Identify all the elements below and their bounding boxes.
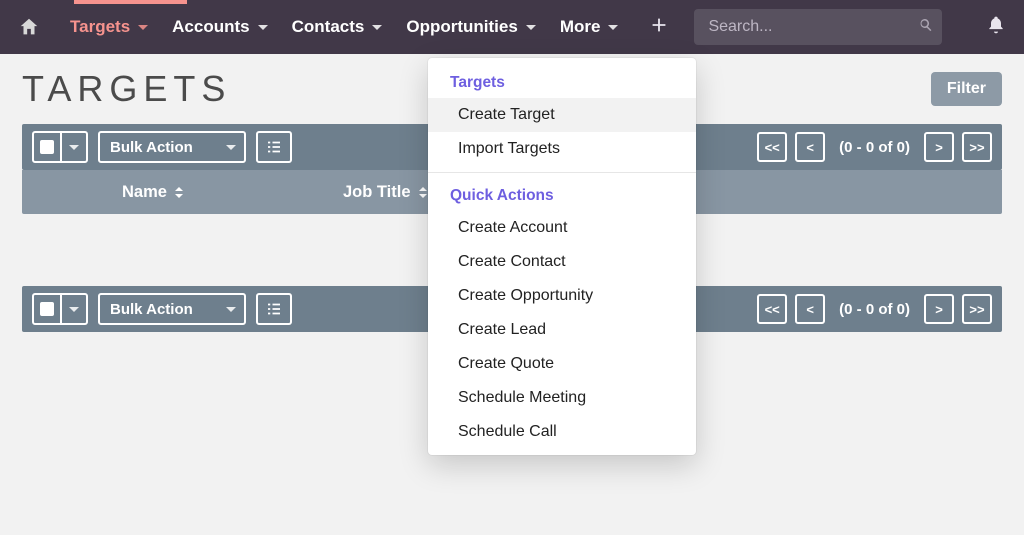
select-all-checkbox[interactable] — [32, 293, 88, 325]
active-tab-indicator — [74, 0, 187, 4]
menu-divider — [428, 172, 696, 173]
pager-prev[interactable]: < — [795, 294, 825, 324]
nav-item-targets[interactable]: Targets — [60, 11, 158, 43]
nav-item-label: Targets — [70, 17, 130, 37]
menu-item-create-target[interactable]: Create Target — [428, 98, 696, 132]
pager: << < (0 - 0 of 0) > >> — [757, 132, 992, 162]
pager-status: (0 - 0 of 0) — [833, 139, 916, 156]
nav-items: Targets Accounts Contacts Opportunities … — [60, 11, 628, 43]
plus-icon[interactable] — [644, 10, 674, 45]
bulk-action-label: Bulk Action — [110, 301, 193, 318]
chevron-down-icon — [372, 25, 382, 30]
menu-item-schedule-meeting[interactable]: Schedule Meeting — [428, 381, 696, 415]
filter-button[interactable]: Filter — [931, 72, 1002, 106]
nav-item-label: Accounts — [172, 17, 249, 37]
chevron-down-icon — [226, 145, 236, 150]
nav-item-label: More — [560, 17, 601, 37]
bulk-action-select[interactable]: Bulk Action — [98, 293, 246, 325]
chevron-down-icon — [526, 25, 536, 30]
nav-item-label: Contacts — [292, 17, 365, 37]
home-icon[interactable] — [18, 16, 40, 38]
nav-item-contacts[interactable]: Contacts — [282, 11, 393, 43]
chevron-down-icon — [258, 25, 268, 30]
menu-item-create-opportunity[interactable]: Create Opportunity — [428, 279, 696, 313]
plus-dropdown-menu: Targets Create Target Import Targets Qui… — [428, 58, 696, 455]
nav-item-accounts[interactable]: Accounts — [162, 11, 277, 43]
column-label: Name — [122, 183, 167, 202]
columns-icon[interactable] — [256, 293, 292, 325]
menu-section-title: Quick Actions — [428, 179, 696, 211]
pager-next[interactable]: > — [924, 132, 954, 162]
menu-item-create-contact[interactable]: Create Contact — [428, 245, 696, 279]
pager: << < (0 - 0 of 0) > >> — [757, 294, 992, 324]
page-title: TARGETS — [22, 68, 231, 110]
column-label: Job Title — [343, 183, 411, 202]
columns-icon[interactable] — [256, 131, 292, 163]
bulk-action-select[interactable]: Bulk Action — [98, 131, 246, 163]
chevron-down-icon — [138, 25, 148, 30]
top-navbar: Targets Accounts Contacts Opportunities … — [0, 0, 1024, 54]
pager-first[interactable]: << — [757, 294, 787, 324]
pager-first[interactable]: << — [757, 132, 787, 162]
nav-item-label: Opportunities — [406, 17, 517, 37]
sort-icon — [419, 187, 427, 198]
nav-item-more[interactable]: More — [550, 11, 629, 43]
checkbox-box[interactable] — [34, 295, 62, 323]
pager-last[interactable]: >> — [962, 294, 992, 324]
menu-item-create-lead[interactable]: Create Lead — [428, 313, 696, 347]
chevron-down-icon — [226, 307, 236, 312]
menu-item-import-targets[interactable]: Import Targets — [428, 132, 696, 166]
bell-icon[interactable] — [986, 15, 1006, 40]
menu-item-create-quote[interactable]: Create Quote — [428, 347, 696, 381]
nav-item-opportunities[interactable]: Opportunities — [396, 11, 545, 43]
select-all-caret[interactable] — [62, 295, 86, 323]
menu-item-schedule-call[interactable]: Schedule Call — [428, 415, 696, 449]
pager-prev[interactable]: < — [795, 132, 825, 162]
checkbox-box[interactable] — [34, 133, 62, 161]
chevron-down-icon — [608, 25, 618, 30]
menu-item-create-account[interactable]: Create Account — [428, 211, 696, 245]
pager-next[interactable]: > — [924, 294, 954, 324]
select-all-caret[interactable] — [62, 133, 86, 161]
menu-section-title: Targets — [428, 66, 696, 98]
column-name[interactable]: Name — [122, 183, 183, 202]
search-icon — [917, 16, 935, 39]
column-job-title[interactable]: Job Title — [343, 183, 427, 202]
pager-last[interactable]: >> — [962, 132, 992, 162]
search-input[interactable] — [706, 17, 917, 37]
bulk-action-label: Bulk Action — [110, 139, 193, 156]
sort-icon — [175, 187, 183, 198]
select-all-checkbox[interactable] — [32, 131, 88, 163]
search-box[interactable] — [694, 9, 942, 45]
pager-status: (0 - 0 of 0) — [833, 301, 916, 318]
